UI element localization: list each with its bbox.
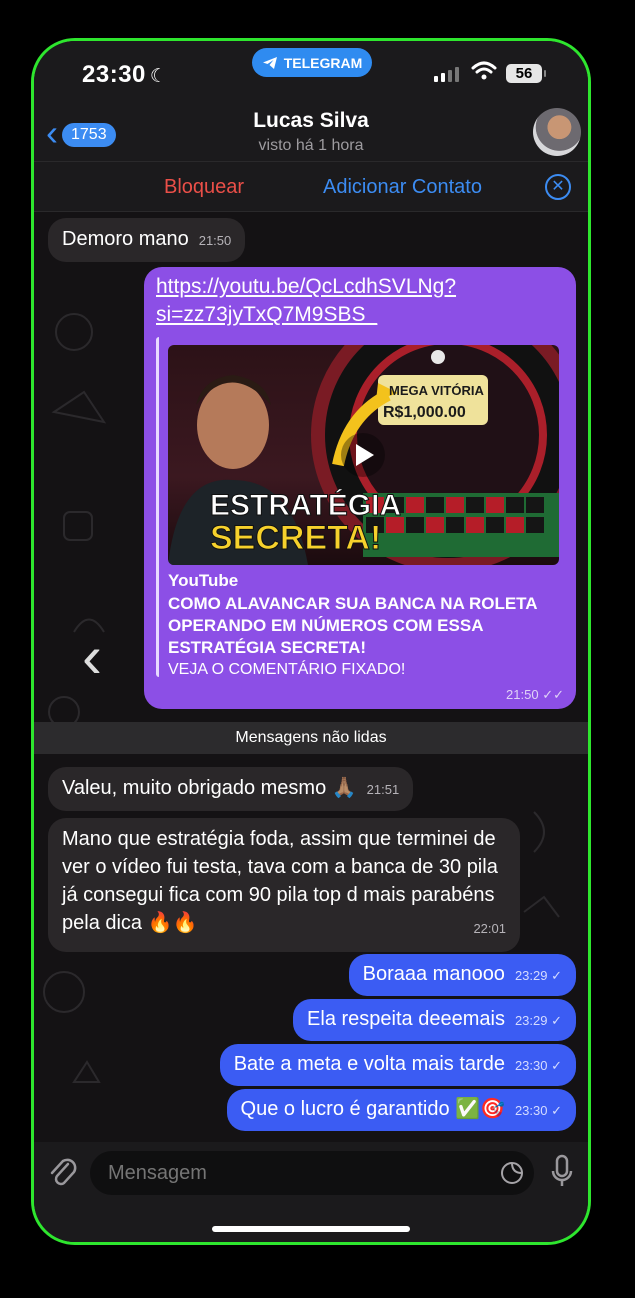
chat-area[interactable]: Demoro mano 21:50 https://youtu.be/QcLcdh… — [34, 212, 588, 1142]
roulette-image: MEGA VITÓRIA R$1,000.00 ESTRATÉGIA SECRE… — [168, 345, 559, 565]
message-bubble-outgoing[interactable]: Que o lucro é garantido ✅🎯 23:30 ✓ — [226, 1089, 576, 1131]
link-preview-bubble[interactable]: https://youtu.be/QcLcdhSVLNg?si=zz73jyTx… — [144, 267, 576, 709]
message-time: 23:30 ✓ — [514, 1103, 562, 1118]
message-text: Demoro mano — [62, 228, 189, 250]
message-bubble-outgoing[interactable]: Boraaa manooo 23:29 ✓ — [348, 954, 576, 996]
unread-divider: Mensagens não lidas — [34, 722, 588, 754]
battery-icon: 56 — [506, 64, 546, 83]
battery-level: 56 — [515, 65, 533, 82]
link-description: VEJA O COMENTÁRIO FIXADO! — [168, 661, 406, 678]
message-bubble-outgoing[interactable]: Ela respeita deeemais 23:29 ✓ — [293, 999, 576, 1041]
svg-text:ESTRATÉGIA: ESTRATÉGIA — [210, 488, 401, 522]
link-preview[interactable]: MEGA VITÓRIA R$1,000.00 ESTRATÉGIA SECRE… — [156, 337, 567, 679]
message-time: 23:29 ✓ — [514, 968, 562, 983]
message-bubble-incoming[interactable]: Mano que estratégia foda, assim que term… — [48, 818, 520, 952]
svg-text:SECRETA!: SECRETA! — [210, 519, 381, 557]
message-time: 21:51 — [366, 782, 400, 797]
link-preview-text: YouTube COMO ALAVANCAR SUA BANCA NA ROLE… — [168, 571, 560, 679]
phone-frame: 23:30 ☾ TELEGRAM 56 ‹ 1753 Lucas Silva vi… — [31, 38, 591, 1245]
message-time: 21:50 ✓✓ — [506, 687, 564, 702]
microphone-icon[interactable] — [550, 1154, 574, 1190]
moon-icon: ☾ — [149, 66, 168, 87]
read-checks-icon: ✓✓ — [542, 687, 564, 702]
message-time: 23:29 ✓ — [514, 1013, 562, 1028]
wifi-icon — [471, 61, 497, 80]
message-text: Que o lucro é garantido ✅🎯 — [240, 1098, 505, 1120]
paper-plane-icon — [262, 56, 277, 69]
message-input-field[interactable] — [90, 1151, 534, 1195]
video-thumbnail[interactable]: MEGA VITÓRIA R$1,000.00 ESTRATÉGIA SECRE… — [168, 345, 559, 565]
block-button[interactable]: Bloquear — [164, 176, 244, 199]
link-url[interactable]: https://youtu.be/QcLcdhSVLNg?si=zz73jyTx… — [156, 273, 556, 329]
last-seen: visto há 1 hora — [258, 137, 364, 154]
contact-actions-bar: Bloquear Adicionar Contato ✕ — [34, 161, 588, 212]
message-bubble-incoming[interactable]: Demoro mano 21:50 — [48, 218, 246, 262]
sticker-icon[interactable] — [500, 1161, 524, 1185]
chevron-left-icon[interactable]: ‹ — [82, 622, 102, 691]
avatar[interactable] — [533, 108, 581, 156]
message-time: 21:50 — [198, 233, 232, 248]
svg-text:R$1,000.00: R$1,000.00 — [383, 404, 466, 421]
message-bubble-incoming[interactable]: Valeu, muito obrigado mesmo 🙏🏽 21:51 — [48, 767, 414, 811]
add-contact-button[interactable]: Adicionar Contato — [323, 176, 482, 199]
telegram-pill[interactable]: TELEGRAM — [252, 48, 372, 77]
message-text: Boraaa manooo — [362, 963, 505, 985]
svg-text:MEGA VITÓRIA: MEGA VITÓRIA — [389, 383, 484, 398]
cell-signal-icon — [434, 67, 459, 82]
attach-icon[interactable] — [48, 1156, 78, 1190]
message-text: Mano que estratégia foda, assim que term… — [62, 828, 498, 934]
close-icon[interactable]: ✕ — [545, 174, 571, 200]
message-bubble-outgoing[interactable]: Bate a meta e volta mais tarde 23:30 ✓ — [219, 1044, 576, 1086]
header-area: 23:30 ☾ TELEGRAM 56 ‹ 1753 Lucas Silva vi… — [34, 41, 588, 212]
message-text: Bate a meta e volta mais tarde — [233, 1053, 505, 1075]
telegram-pill-label: TELEGRAM — [283, 54, 363, 71]
message-text: Ela respeita deeemais — [307, 1008, 505, 1030]
link-site-name: YouTube — [168, 571, 239, 590]
message-text: Valeu, muito obrigado mesmo 🙏🏽 — [62, 777, 357, 799]
status-time: 23:30 ☾ — [82, 61, 168, 88]
message-time: 23:30 ✓ — [514, 1058, 562, 1073]
message-input[interactable] — [106, 1161, 470, 1186]
home-indicator[interactable] — [212, 1226, 410, 1232]
link-title: COMO ALAVANCAR SUA BANCA NA ROLETA OPERA… — [168, 594, 537, 657]
message-time: 22:01 — [473, 921, 506, 936]
contact-name[interactable]: Lucas Silva — [34, 109, 588, 133]
input-bar — [34, 1142, 588, 1242]
